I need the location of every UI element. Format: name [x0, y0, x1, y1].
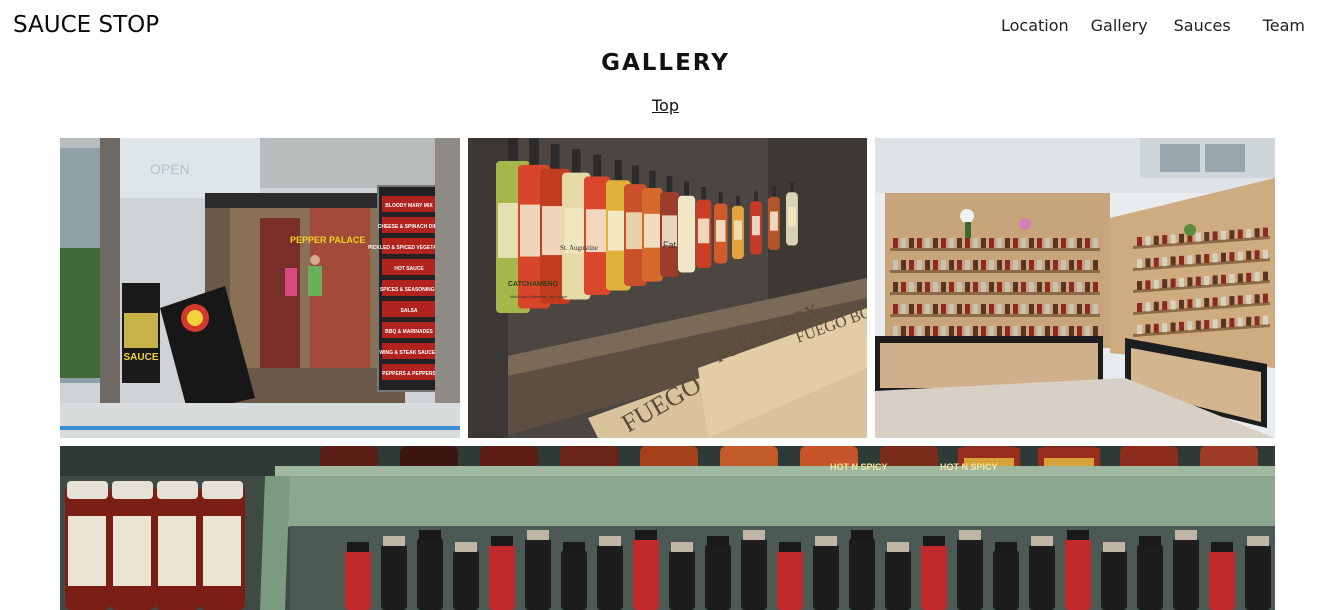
store-name-text: PEPPER PALACE	[290, 235, 365, 245]
door-sign-line: WING & STEAK SAUCES	[379, 350, 439, 356]
door-sign-line: CHEESE & SPINACH DIPS	[378, 224, 441, 230]
gallery-photo-storefront[interactable]: SAUCE PEPPER PALACE OPEN BLOODY MARY MIX…	[60, 138, 460, 438]
bottle-label-3: St. Augustine	[560, 244, 598, 252]
jar-label-2: HOT N SPICY	[940, 462, 998, 472]
bottle-label-1: CATCHAMENO	[508, 281, 559, 288]
gallery-photo-jars[interactable]: HOT N SPICY HOT N SPICY	[60, 446, 1275, 610]
open-sign-text: OPEN	[150, 161, 190, 177]
nav-sauces[interactable]: Sauces	[1174, 16, 1231, 35]
door-sign-line: HOT SAUCE	[394, 266, 424, 272]
gallery-photo-interior[interactable]	[875, 138, 1275, 438]
door-sign-line: SPICES & SEASONINGS	[380, 287, 439, 293]
door-sign-line: BBQ & MARINADES	[385, 329, 433, 335]
left-sign-text: SAUCE	[123, 352, 158, 363]
brand-logo[interactable]: SAUCE STOP	[13, 12, 159, 38]
top-link-wrap: Top	[0, 96, 1331, 115]
gallery-photo-bottles[interactable]: FUEGO BOX FUEGO FUEGO BOX CATCHAMENO St.…	[468, 138, 867, 438]
top-link[interactable]: Top	[652, 96, 679, 115]
nav-team[interactable]: Team	[1263, 16, 1305, 35]
bottle-label-2: Match and Habanero Hot Sauce	[510, 294, 568, 299]
main-nav: Location Gallery Sauces Team	[1001, 16, 1305, 35]
nav-gallery[interactable]: Gallery	[1091, 16, 1148, 35]
door-sign-line: PEPPERS & PEPPERS	[382, 371, 436, 377]
nav-location[interactable]: Location	[1001, 16, 1069, 35]
gallery-title: GALLERY	[601, 50, 730, 76]
door-sign-line: BLOODY MARY MIX	[385, 203, 433, 209]
bottle-label-4: Fat	[663, 240, 677, 250]
jar-label-1: HOT N SPICY	[830, 462, 888, 472]
door-sign-line: SALSA	[401, 308, 418, 314]
